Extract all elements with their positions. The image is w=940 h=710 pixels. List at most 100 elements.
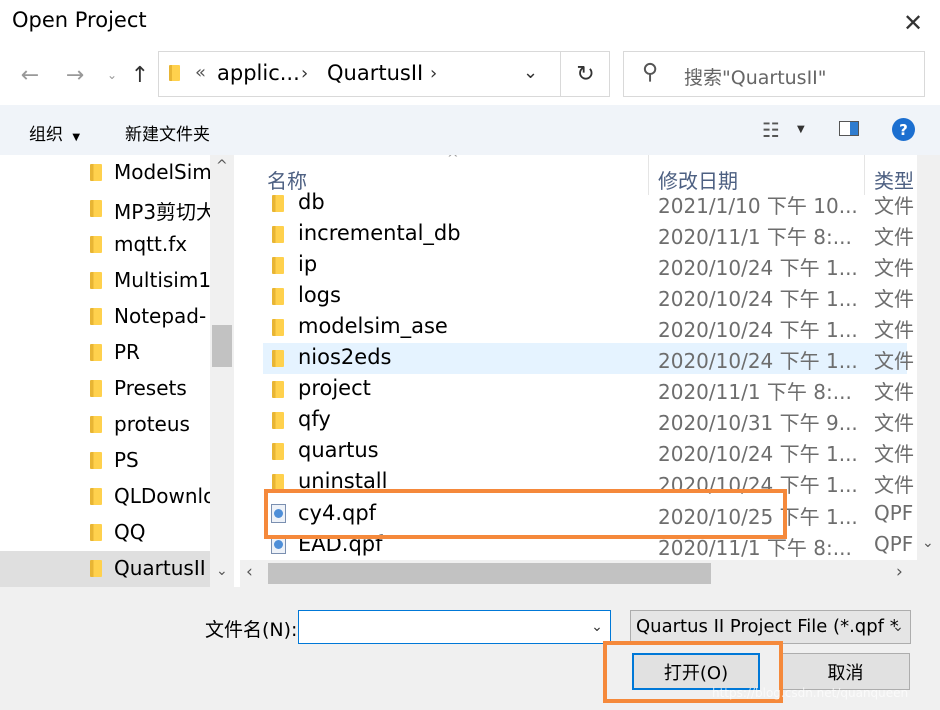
close-icon[interactable]: ✕ bbox=[895, 7, 931, 39]
scroll-down-icon[interactable]: ⌄ bbox=[216, 563, 228, 579]
sidebar-item[interactable]: Multisim1 bbox=[0, 263, 210, 299]
sidebar-item-selected[interactable]: QuartusII bbox=[0, 551, 210, 587]
file-type: 文件 bbox=[874, 225, 914, 249]
scroll-down-icon[interactable]: ⌄ bbox=[922, 535, 934, 551]
scroll-up-icon[interactable]: ^ bbox=[216, 158, 228, 174]
breadcrumb-separator-icon[interactable]: › bbox=[430, 63, 437, 84]
file-date: 2021/1/10 下午 10... bbox=[658, 194, 858, 218]
file-name: logs bbox=[298, 283, 341, 307]
search-placeholder: 搜索"QuartusII" bbox=[684, 67, 827, 89]
sidebar-item-label: QQ bbox=[114, 520, 146, 544]
file-row[interactable]: logs 2020/10/24 下午 1... 文件 bbox=[263, 281, 914, 312]
folder-icon bbox=[90, 236, 102, 253]
address-overflow[interactable]: « bbox=[195, 62, 206, 83]
sidebar-item[interactable]: PS bbox=[0, 443, 210, 479]
file-row[interactable]: quartus 2020/10/24 下午 1... 文件 bbox=[263, 436, 914, 467]
organize-button[interactable]: 组织 ▼ bbox=[29, 120, 80, 145]
forward-arrow-icon[interactable]: → bbox=[60, 60, 90, 90]
sidebar-item[interactable]: proteus bbox=[0, 407, 210, 443]
sidebar-item-label: Notepad- bbox=[114, 304, 207, 328]
sidebar-item[interactable]: mqtt.fx bbox=[0, 227, 210, 263]
breadcrumb-item[interactable]: applic... bbox=[217, 61, 300, 85]
sidebar-item[interactable]: Presets bbox=[0, 371, 210, 407]
caret-down-icon: ▼ bbox=[72, 132, 81, 143]
sidebar-item-label: ModelSim bbox=[114, 160, 210, 184]
sidebar-item[interactable]: QLDownlo bbox=[0, 479, 210, 515]
preview-pane-icon[interactable] bbox=[839, 121, 859, 136]
watermark: https://blog.csdn.net/quanqueen bbox=[712, 686, 909, 700]
navigation-pane[interactable]: ModelSim MP3剪切大 mqtt.fx Multisim1 Notepa… bbox=[0, 155, 234, 587]
view-list-icon[interactable]: ☷ bbox=[762, 118, 780, 142]
file-type-filter[interactable]: Quartus II Project File (*.qpf * bbox=[630, 610, 911, 644]
chevron-down-icon[interactable]: ⌄ bbox=[888, 612, 908, 642]
organize-label: 组织 bbox=[29, 125, 63, 145]
chevron-down-icon[interactable]: ⌄ bbox=[103, 62, 121, 88]
folder-icon bbox=[169, 65, 180, 81]
breadcrumb-item[interactable]: QuartusII bbox=[327, 61, 423, 85]
scroll-left-icon[interactable]: ‹ bbox=[246, 562, 253, 582]
address-history-chevron-icon[interactable]: ⌄ bbox=[523, 62, 538, 83]
filter-value: Quartus II Project File (*.qpf * bbox=[636, 616, 899, 637]
sidebar-item-label: Presets bbox=[114, 376, 187, 400]
up-arrow-icon[interactable]: ↑ bbox=[127, 60, 153, 90]
file-row[interactable]: modelsim_ase 2020/10/24 下午 1... 文件 bbox=[263, 312, 914, 343]
folder-icon bbox=[90, 308, 102, 325]
help-icon[interactable]: ? bbox=[892, 118, 915, 141]
file-row-hovered[interactable]: nios2eds 2020/10/24 下午 1... 文件 bbox=[263, 343, 914, 374]
file-row[interactable]: incremental_db 2020/11/1 下午 8:... 文件 bbox=[263, 219, 914, 250]
cancel-button[interactable]: 取消 bbox=[781, 653, 910, 690]
breadcrumb-separator-icon[interactable]: › bbox=[301, 63, 308, 84]
file-row[interactable]: db 2021/1/10 下午 10... 文件 bbox=[263, 188, 914, 219]
file-type: 文件 bbox=[874, 349, 914, 373]
folder-icon bbox=[272, 226, 284, 243]
sidebar-item-label: QLDownlo bbox=[114, 484, 210, 508]
folder-icon bbox=[90, 164, 102, 181]
search-box[interactable]: ⚲ 搜索"QuartusII" bbox=[623, 51, 925, 97]
sidebar-item[interactable]: QQ bbox=[0, 515, 210, 551]
file-type: 文件 bbox=[874, 380, 914, 404]
caret-down-icon[interactable]: ▼ bbox=[797, 124, 805, 135]
file-row[interactable]: ip 2020/10/24 下午 1... 文件 bbox=[263, 250, 914, 281]
horizontal-scroll-thumb[interactable] bbox=[268, 563, 711, 584]
address-bar[interactable]: « applic... › QuartusII › ⌄ bbox=[158, 51, 610, 97]
folder-icon bbox=[272, 412, 284, 429]
file-type: 文件 bbox=[874, 442, 914, 466]
folder-icon bbox=[272, 350, 284, 367]
filename-input[interactable] bbox=[298, 610, 611, 644]
folder-icon bbox=[90, 200, 102, 217]
file-date: 2020/10/24 下午 1... bbox=[658, 349, 858, 373]
window-title: Open Project bbox=[12, 8, 147, 32]
sidebar-item[interactable]: ModelSim bbox=[0, 155, 210, 191]
folder-icon bbox=[90, 524, 102, 541]
back-arrow-icon[interactable]: ← bbox=[15, 60, 45, 90]
file-type: 文件 bbox=[874, 194, 914, 218]
file-type: 文件 bbox=[874, 287, 914, 311]
scroll-right-icon[interactable]: › bbox=[896, 562, 903, 582]
toolbar: 组织 ▼ 新建文件夹 ☷ ▼ ? bbox=[0, 105, 940, 155]
chevron-down-icon[interactable]: ⌄ bbox=[585, 612, 609, 642]
folder-icon bbox=[272, 257, 284, 274]
file-row[interactable]: project 2020/11/1 下午 8:... 文件 bbox=[263, 374, 914, 405]
new-folder-button[interactable]: 新建文件夹 bbox=[125, 120, 210, 145]
file-list-vertical-scrollbar[interactable]: ⌄ bbox=[917, 155, 940, 560]
sidebar-item[interactable]: MP3剪切大 bbox=[0, 191, 210, 227]
sidebar-item-label: QuartusII bbox=[114, 556, 206, 580]
file-row[interactable]: qfy 2020/10/31 下午 9... 文件 bbox=[263, 405, 914, 436]
folder-icon bbox=[272, 381, 284, 398]
sidebar-item-label: Multisim1 bbox=[114, 268, 210, 292]
file-date: 2020/11/1 下午 8:... bbox=[658, 225, 852, 249]
file-type: QPF bbox=[874, 532, 914, 556]
folder-icon bbox=[90, 272, 102, 289]
folder-icon bbox=[272, 195, 284, 212]
folder-icon bbox=[90, 380, 102, 397]
folder-icon bbox=[272, 288, 284, 305]
sidebar-item[interactable]: PR bbox=[0, 335, 210, 371]
sidebar-item-label: proteus bbox=[114, 412, 190, 436]
refresh-icon[interactable]: ↻ bbox=[560, 51, 610, 97]
sidebar-scroll-thumb[interactable] bbox=[212, 325, 232, 367]
file-name: nios2eds bbox=[298, 345, 392, 369]
sidebar-item[interactable]: Notepad- bbox=[0, 299, 210, 335]
sidebar-item-label: mqtt.fx bbox=[114, 232, 188, 256]
file-date: 2020/10/24 下午 1... bbox=[658, 287, 858, 311]
sidebar-scrollbar[interactable]: ^ ⌄ bbox=[210, 155, 234, 587]
